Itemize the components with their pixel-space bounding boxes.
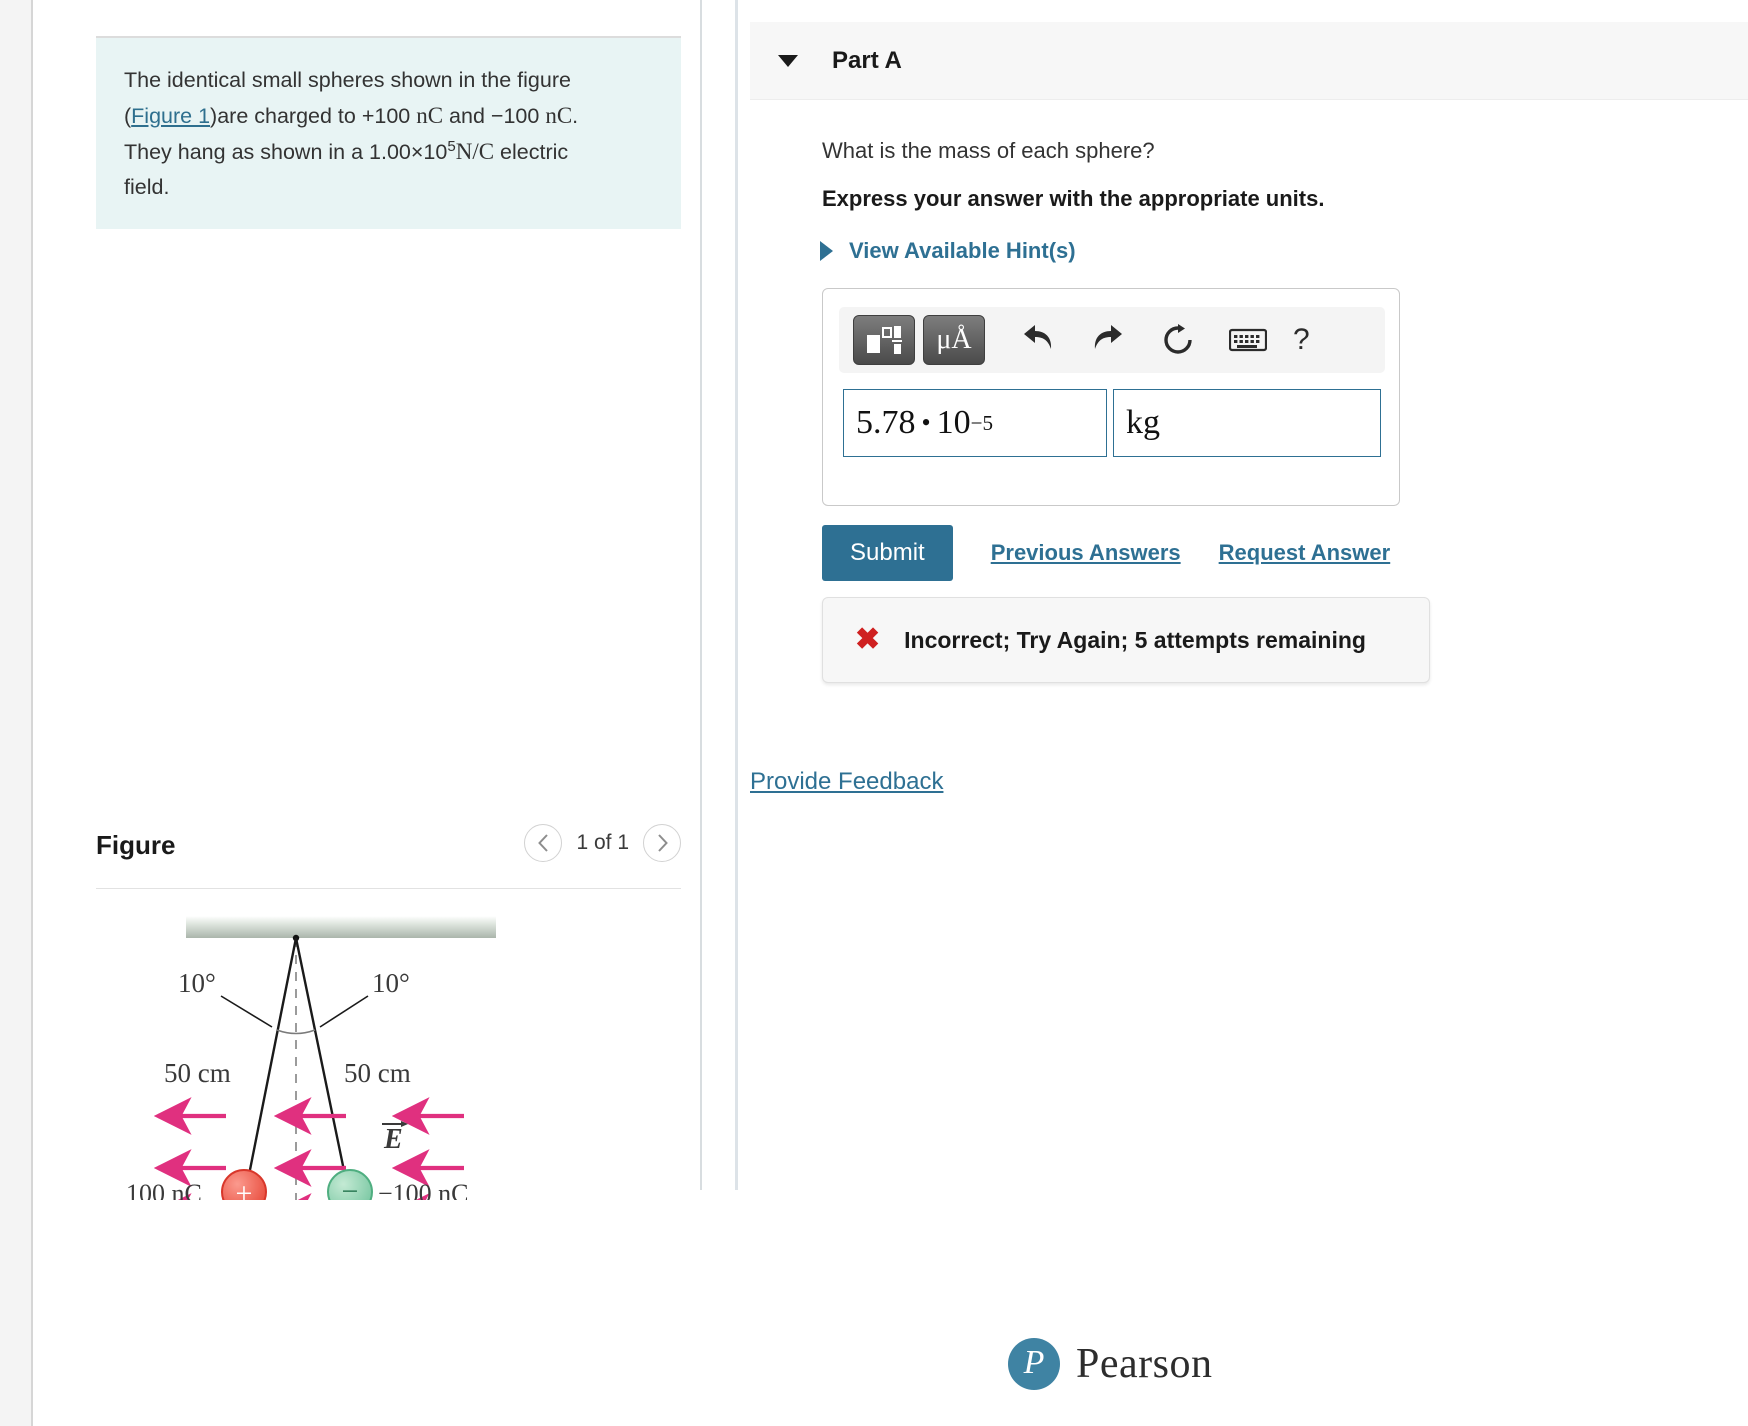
part-title: Part A xyxy=(832,46,902,74)
request-answer-link[interactable]: Request Answer xyxy=(1219,540,1391,566)
view-hints-label: View Available Hint(s) xyxy=(849,238,1076,263)
units-button[interactable]: μÅ xyxy=(923,315,985,365)
reset-icon xyxy=(1164,324,1192,354)
angle-leader-right xyxy=(319,995,369,1028)
string-left xyxy=(244,937,298,1191)
pearson-branding: P Pearson xyxy=(1008,1338,1212,1390)
question-text: What is the mass of each sphere? xyxy=(822,138,1155,163)
answer-entry-panel: μÅ ? 5.78 • 10 −5 kg xyxy=(822,288,1400,506)
left-gutter xyxy=(0,0,33,1426)
problem-line-2-post: )are charged to +100 xyxy=(210,103,417,128)
figure-prev-button[interactable] xyxy=(524,824,563,862)
template-icon xyxy=(867,326,902,354)
answer-operator: • xyxy=(921,408,931,437)
problem-line-4: field. xyxy=(124,174,170,199)
figure-next-button[interactable] xyxy=(643,824,681,862)
units-button-label: μÅ xyxy=(936,324,972,355)
angle-label-left: 10° xyxy=(178,968,216,998)
problem-line-2-mid: and xyxy=(443,103,491,128)
sphere-negative-sign: − xyxy=(342,1175,359,1200)
problem-statement: The identical small spheres shown in the… xyxy=(96,36,681,229)
pearson-wordmark: Pearson xyxy=(1076,1341,1213,1387)
ceiling-bar xyxy=(186,916,496,938)
caret-down-icon[interactable] xyxy=(778,54,798,67)
problem-line-2-end: . xyxy=(572,103,579,128)
problem-exponent: 5 xyxy=(447,138,456,156)
page-root: The identical small spheres shown in the… xyxy=(0,0,1748,1426)
length-label-right: 50 cm xyxy=(344,1058,411,1088)
figure-diagram[interactable]: 10° 10° 50 cm 50 cm E + − 100 nC −100 nC xyxy=(96,900,681,1231)
charge-label-left: 100 nC xyxy=(126,1179,202,1200)
charge-label-right: −100 nC xyxy=(378,1179,469,1200)
help-button[interactable]: ? xyxy=(1293,323,1310,357)
unit-nc-2: nC xyxy=(545,102,573,128)
redo-icon xyxy=(1094,325,1122,349)
figure-navigation: 1 of 1 xyxy=(524,824,681,862)
field-label-group: E xyxy=(382,1121,408,1155)
redo-button[interactable] xyxy=(1081,315,1135,365)
string-right xyxy=(294,937,350,1191)
figure-panel-title: Figure xyxy=(96,830,176,860)
right-pane: Part A What is the mass of each sphere? … xyxy=(738,0,1748,1426)
pane-divider xyxy=(700,0,702,1190)
problem-line-3-pre: They hang as shown in a 1.00×10 xyxy=(124,140,448,165)
angle-label-right: 10° xyxy=(372,968,410,998)
sphere-positive-sign: + xyxy=(236,1177,253,1200)
x-mark-icon: ✖ xyxy=(855,623,881,656)
answer-exponent: −5 xyxy=(970,410,994,435)
instruction-text: Express your answer with the appropriate… xyxy=(822,186,1325,211)
math-toolbar: μÅ ? xyxy=(839,307,1385,373)
pearson-logo-glyph: P xyxy=(1023,1344,1045,1381)
keyboard-button[interactable] xyxy=(1221,315,1275,365)
length-label-left: 50 cm xyxy=(164,1058,231,1088)
feedback-banner: ✖ Incorrect; Try Again; 5 attempts remai… xyxy=(822,597,1430,683)
chevron-right-icon xyxy=(657,834,668,852)
figure-counter: 1 of 1 xyxy=(576,831,629,854)
template-button[interactable] xyxy=(853,315,915,365)
physics-diagram-svg: 10° 10° 50 cm 50 cm E + − 100 nC −100 nC xyxy=(126,916,496,1231)
keyboard-icon xyxy=(1229,328,1267,352)
problem-line-1: The identical small spheres shown in the… xyxy=(124,68,571,92)
field-label-E: E xyxy=(383,1124,403,1155)
answer-value-input[interactable]: 5.78 • 10 −5 xyxy=(843,389,1107,457)
chevron-left-icon xyxy=(538,834,548,852)
answer-actions: Submit Previous Answers Request Answer xyxy=(822,525,1390,581)
answer-units-input[interactable]: kg xyxy=(1113,389,1381,457)
answer-units-value: kg xyxy=(1126,404,1160,441)
answer-mantissa: 5.78 xyxy=(856,404,916,441)
pearson-logo-icon: P xyxy=(1008,1338,1060,1390)
part-a-header[interactable]: Part A xyxy=(750,22,1748,100)
undo-button[interactable] xyxy=(1011,315,1065,365)
angle-leader-left xyxy=(220,995,273,1028)
caret-right-icon xyxy=(820,241,833,261)
figure-divider xyxy=(96,888,681,889)
view-hints-toggle[interactable]: View Available Hint(s) xyxy=(820,238,1076,264)
left-pane: The identical small spheres shown in the… xyxy=(33,0,700,1426)
figure-header: Figure 1 of 1 xyxy=(96,820,681,880)
figure-1-link[interactable]: Figure 1 xyxy=(131,104,210,128)
submit-button[interactable]: Submit xyxy=(822,525,953,581)
problem-line-3-post: electric xyxy=(494,140,569,165)
feedback-message: Incorrect; Try Again; 5 attempts remaini… xyxy=(904,626,1366,653)
unit-nc-1: nC xyxy=(416,102,444,128)
problem-charge-negative: −100 xyxy=(490,103,546,128)
provide-feedback-link[interactable]: Provide Feedback xyxy=(750,768,943,796)
undo-icon xyxy=(1024,325,1052,349)
reset-button[interactable] xyxy=(1151,315,1205,365)
unit-field: N/C xyxy=(455,139,495,165)
previous-answers-link[interactable]: Previous Answers xyxy=(991,540,1181,566)
answer-base: 10 xyxy=(936,404,971,441)
